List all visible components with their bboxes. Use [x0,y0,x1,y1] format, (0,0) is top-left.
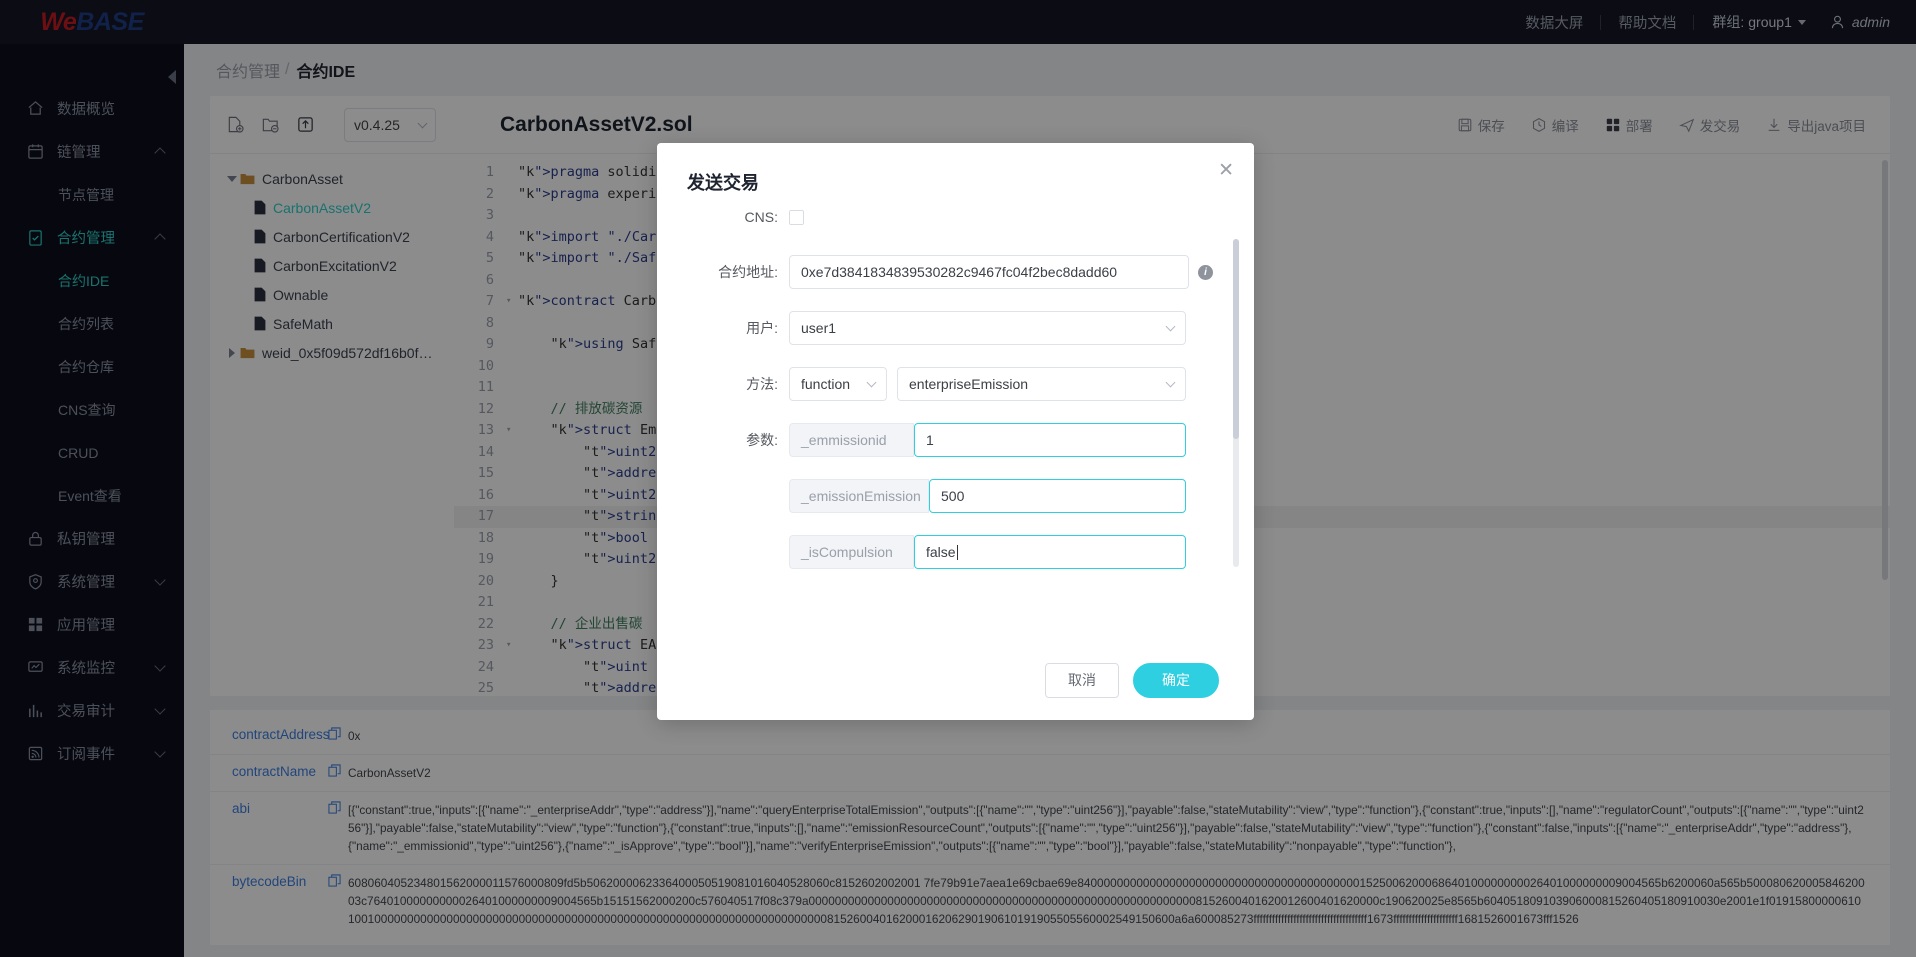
param-name-1: _emissionEmission [789,479,929,513]
field-contract-address: 合约地址: 0xe7d3841834839530282c9467fc04f2be… [657,255,1254,289]
close-icon[interactable]: ✕ [1218,161,1234,180]
method-label: 方法: [746,376,778,392]
dialog-body: CNS: 合约地址: 0xe7d3841834839530282c9467fc0… [657,199,1254,639]
method-type-value: function [801,376,851,392]
param-value-2: false [926,544,956,560]
dialog-title: 发送交易 [687,173,759,193]
contract-address-value: 0xe7d3841834839530282c9467fc04f2bec8dadd… [801,264,1118,280]
dialog-scrollbar[interactable] [1233,239,1239,567]
method-name-value: enterpriseEmission [909,376,1029,392]
param-value-1: 500 [941,488,965,504]
chevron-down-icon [1165,321,1176,332]
field-method: 方法: function enterpriseEmission [657,367,1254,401]
field-cns: CNS: [657,209,1254,225]
field-params-second: _emissionEmission 500 [657,479,1254,513]
method-name-select[interactable]: enterpriseEmission [897,367,1186,401]
param-input-2[interactable]: false [914,535,1186,569]
field-user: 用户: user1 [657,311,1254,345]
chevron-down-icon [866,377,877,388]
confirm-button[interactable]: 确定 [1133,662,1219,698]
user-value: user1 [801,320,837,336]
dialog-footer: 取消 确定 [657,640,1254,720]
params-label: 参数: [746,432,778,448]
info-icon[interactable]: i [1198,264,1213,280]
contract-address-label: 合约地址: [718,264,778,280]
param-name-2: _isCompulsion [789,535,914,569]
user-select[interactable]: user1 [789,311,1186,345]
param-input-1[interactable]: 500 [929,479,1186,513]
text-cursor [956,544,958,560]
user-label: 用户: [746,320,778,336]
cancel-button[interactable]: 取消 [1045,662,1119,698]
cns-checkbox[interactable] [789,209,804,225]
field-params-first: 参数: _emmissionid 1 [657,423,1254,457]
send-transaction-dialog: 发送交易 ✕ CNS: 合约地址: 0xe7d3841834839530282c… [657,143,1254,720]
contract-address-input[interactable]: 0xe7d3841834839530282c9467fc04f2bec8dadd… [789,255,1189,289]
param-value-0: 1 [926,432,934,448]
field-params-third: _isCompulsion false [657,535,1254,569]
method-type-select[interactable]: function [789,367,887,401]
param-input-0[interactable]: 1 [914,423,1186,457]
chevron-down-icon [1165,377,1176,388]
param-name-0: _emmissionid [789,423,914,457]
cns-label: CNS: [744,209,778,225]
